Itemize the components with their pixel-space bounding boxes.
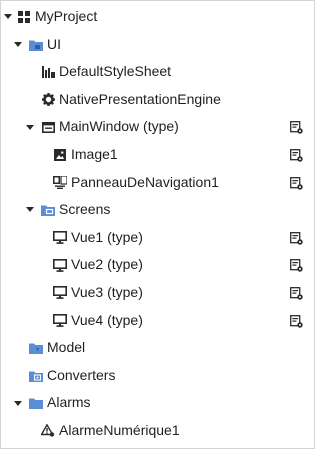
edit-type-icon[interactable]: [290, 314, 303, 328]
tree-item-label: Image1: [71, 145, 118, 162]
tree-item-label: PanneauDeNavigation1: [71, 173, 219, 190]
chevron-down-icon[interactable]: [25, 196, 35, 224]
tree-item-label: DefaultStyleSheet: [59, 63, 172, 80]
monitor-icon: [53, 286, 67, 300]
project-grid-icon: [17, 10, 31, 24]
style-sheet-icon: [41, 65, 55, 79]
tree-item-label: MainWindow (type): [59, 118, 179, 135]
chevron-down-icon[interactable]: [3, 3, 13, 31]
edit-type-icon[interactable]: [290, 259, 303, 273]
tree-item-vue2[interactable]: Vue2 (type): [1, 251, 314, 279]
edit-type-icon[interactable]: [290, 149, 303, 162]
alarm-icon: [41, 424, 55, 438]
project-tree: MyProject UI DefaultStyleSheet NativePre…: [1, 1, 314, 445]
tree-item-label: Vue1 (type): [71, 228, 143, 245]
tree-item-label: Vue2 (type): [71, 256, 143, 273]
tree-item-label: Alarms: [47, 394, 91, 411]
tree-item-default-style-sheet[interactable]: DefaultStyleSheet: [1, 58, 314, 86]
edit-type-icon[interactable]: [290, 176, 303, 190]
tree-item-ui[interactable]: UI: [1, 31, 314, 59]
tree-item-main-window[interactable]: MainWindow (type): [1, 113, 314, 141]
tree-item-vue3[interactable]: Vue3 (type): [1, 279, 314, 307]
edit-type-icon[interactable]: [290, 286, 303, 300]
tree-item-label: AlarmeNumérique1: [59, 421, 180, 438]
tree-item-panneau-de-navigation1[interactable]: PanneauDeNavigation1: [1, 169, 314, 197]
tree-item-screens[interactable]: Screens: [1, 196, 314, 224]
tree-item-vue4[interactable]: Vue4 (type): [1, 307, 314, 335]
navigation-panel-icon: [53, 176, 67, 190]
tree-item-model[interactable]: Model: [1, 334, 314, 362]
chevron-down-icon[interactable]: [13, 31, 23, 59]
tree-item-label: Vue4 (type): [71, 311, 143, 328]
edit-type-icon[interactable]: [290, 231, 303, 245]
folder-icon: [29, 38, 43, 52]
edit-type-icon[interactable]: [290, 121, 303, 135]
tree-item-label: Model: [47, 339, 86, 356]
tree-item-alarms[interactable]: Alarms: [1, 389, 314, 417]
folder-icon: [41, 203, 55, 217]
monitor-icon: [53, 258, 67, 272]
tree-item-vue1[interactable]: Vue1 (type): [1, 224, 314, 252]
image-icon: [53, 148, 67, 162]
monitor-icon: [53, 231, 67, 245]
tree-item-label: NativePresentationEngine: [59, 90, 221, 107]
gear-icon: [41, 93, 55, 107]
tree-item-image1[interactable]: Image1: [1, 141, 314, 169]
tree-item-label: UI: [47, 35, 61, 52]
tree-item-native-presentation-engine[interactable]: NativePresentationEngine: [1, 86, 314, 114]
folder-icon: [29, 341, 43, 355]
window-icon: [41, 120, 55, 134]
tree-item-label: Vue3 (type): [71, 283, 143, 300]
chevron-down-icon[interactable]: [25, 113, 35, 141]
monitor-icon: [53, 314, 67, 328]
tree-item-label: Screens: [59, 201, 111, 218]
tree-item-myproject[interactable]: MyProject: [1, 3, 314, 31]
folder-icon: [29, 369, 43, 383]
tree-item-label: Converters: [47, 366, 116, 383]
chevron-down-icon[interactable]: [13, 389, 23, 417]
tree-item-alarme-numerique1[interactable]: AlarmeNumérique1: [1, 417, 314, 445]
tree-item-label: MyProject: [35, 8, 98, 24]
project-explorer: MyProject UI DefaultStyleSheet NativePre…: [0, 0, 315, 449]
folder-icon: [29, 396, 43, 410]
tree-item-converters[interactable]: Converters: [1, 362, 314, 390]
